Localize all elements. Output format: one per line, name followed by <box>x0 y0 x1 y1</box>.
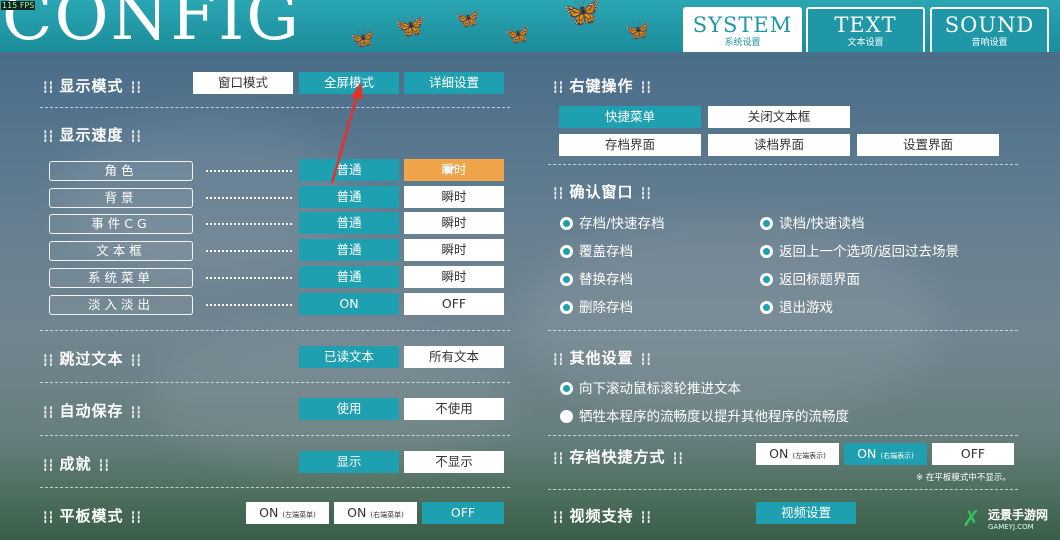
pointer-cursor-icon: ☛ <box>443 160 458 179</box>
site-watermark: ✗ 远景手游网 GAMEYJ.COM <box>962 507 1049 532</box>
annotation-arrow-icon <box>330 82 363 184</box>
watermark-logo-icon: ✗ <box>962 507 981 532</box>
